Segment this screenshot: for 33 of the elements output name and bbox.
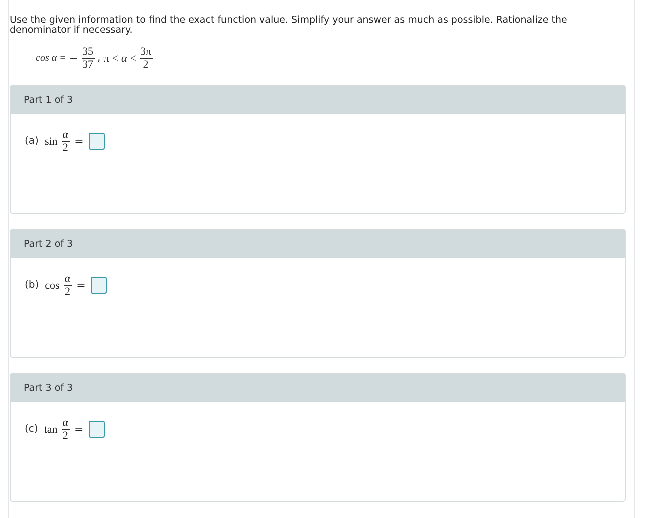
function-name: cos <box>45 280 60 292</box>
part-title: Part 2 of 3 <box>24 238 74 250</box>
fraction-denominator: 2 <box>62 142 68 154</box>
answer-box[interactable] <box>88 421 105 438</box>
alpha-text: α <box>122 52 128 64</box>
answer-box[interactable] <box>90 277 107 294</box>
fraction-denominator: 37 <box>82 59 94 71</box>
equals-sign: = <box>76 279 86 292</box>
less-than-text: < <box>130 52 137 64</box>
part-label: (a) <box>25 136 39 147</box>
equals-sign: = <box>74 135 84 148</box>
part-label: (c) <box>25 424 38 435</box>
comma-text: , <box>98 53 101 64</box>
fraction-denominator: 2 <box>64 286 70 298</box>
function-name: tan <box>44 424 58 436</box>
part-label: (b) <box>25 280 40 291</box>
fraction-numerator: 35 <box>82 46 95 59</box>
part-title: Part 1 of 3 <box>24 94 74 106</box>
fraction-numerator: 3π <box>140 46 153 59</box>
function-name: sin <box>44 136 58 148</box>
fraction-numerator: α <box>64 273 72 286</box>
instructions-text: Use the given information to find the exact function value. Simplify your answer as much as possible. Rationalize the denominator if necessary. <box>9 14 568 36</box>
fraction-denominator: 2 <box>143 59 149 71</box>
given-equation-text: cos α = <box>36 53 66 64</box>
fraction-denominator: 2 <box>62 430 68 442</box>
minus-sign: − <box>69 52 79 65</box>
part-title: Part 3 of 3 <box>24 382 74 394</box>
less-than-text: < <box>112 52 119 64</box>
pi-text: π <box>104 52 110 64</box>
answer-box[interactable] <box>88 133 105 150</box>
equals-sign: = <box>74 423 84 436</box>
fraction-numerator: α <box>62 129 70 142</box>
fraction-numerator: α <box>62 417 70 430</box>
